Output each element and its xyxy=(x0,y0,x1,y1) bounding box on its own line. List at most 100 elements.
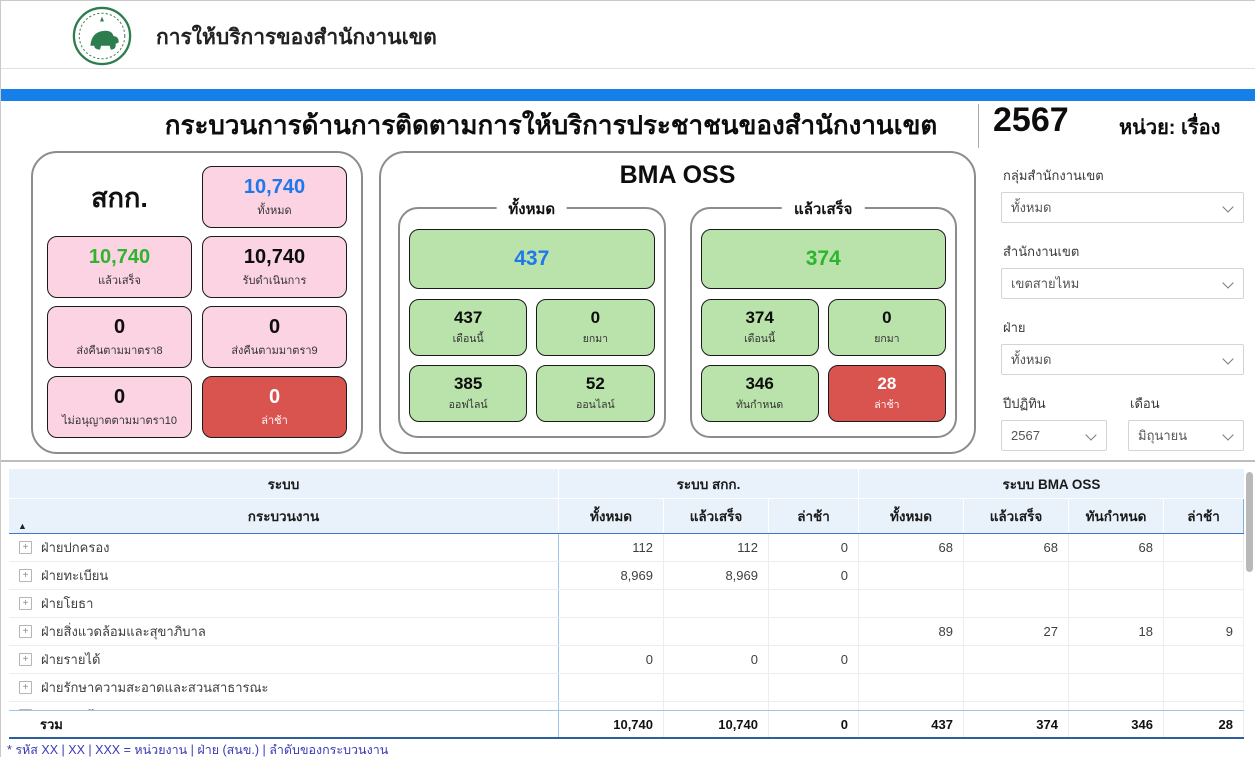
expand-icon[interactable]: + xyxy=(19,709,32,710)
column-header-process[interactable]: กระบวนงาน ▲ xyxy=(9,499,558,533)
column-header[interactable]: ทั้งหมด xyxy=(558,499,663,533)
total-label: รวม xyxy=(9,711,558,737)
oss-card-carried-over: 0 ยกมา xyxy=(536,299,654,356)
table-cell xyxy=(558,674,663,701)
select-value: ทั้งหมด xyxy=(1011,197,1052,218)
filter-label: ฝ่าย xyxy=(1003,317,1244,338)
column-header[interactable]: ทันกำหนด xyxy=(1068,499,1163,533)
row-label: ฝ่ายทะเบียน xyxy=(41,565,108,586)
table-cell xyxy=(1068,646,1163,673)
sakk-card-denied-s10: 0 ไม่อนุญาตตามมาตรา10 xyxy=(47,376,192,438)
column-header[interactable]: แล้วเสร็จ xyxy=(963,499,1068,533)
table-cell: 68 xyxy=(858,534,963,561)
title-divider xyxy=(978,104,979,148)
table-cell: 112 xyxy=(663,534,768,561)
row-label: ฝ่ายรักษาความสะอาดและสวนสาธารณะ xyxy=(41,677,269,698)
app-header: การให้บริการของสำนักงานเขต xyxy=(1,1,1255,69)
table-cell: 9 xyxy=(1163,618,1244,645)
card-label: ล่าช้า xyxy=(874,396,899,413)
district-group-select[interactable]: ทั้งหมด xyxy=(1001,192,1244,223)
table-cell xyxy=(1068,674,1163,701)
table-cell xyxy=(858,702,963,710)
table-cell xyxy=(1163,674,1244,701)
bma-oss-panel: BMA OSS ทั้งหมด 437 437 เดือนนี้ 0 ยกมา xyxy=(379,151,976,454)
card-value: 374 xyxy=(806,247,841,271)
card-value: 10,740 xyxy=(244,246,305,269)
card-value: 10,740 xyxy=(89,246,150,269)
card-label: ยกมา xyxy=(874,330,899,347)
row-name-cell: +ฝ่ายรายได้ xyxy=(9,646,558,673)
card-value: 0 xyxy=(591,308,600,328)
table-cell xyxy=(558,618,663,645)
sakk-panel: สกก. 10,740 ทั้งหมด 10,740 แล้วเสร็จ 10,… xyxy=(31,151,363,454)
card-label: ส่งคืนตามมาตรา9 xyxy=(231,341,317,359)
table-row: +ฝ่ายโยธา xyxy=(9,590,1244,618)
expand-icon[interactable]: + xyxy=(19,653,32,666)
total-cell: 374 xyxy=(963,711,1068,737)
district-select[interactable]: เขตสายไหม xyxy=(1001,268,1244,299)
table-scrollbar[interactable] xyxy=(1246,472,1253,572)
card-value: 0 xyxy=(114,386,125,409)
expand-icon[interactable]: + xyxy=(19,681,32,694)
row-name-cell: + ฝ่ายสิ่งแวดล้อมและสุขาภิบาล xyxy=(9,618,558,645)
year-select[interactable]: 2567 xyxy=(1001,420,1107,451)
card-label: แล้วเสร็จ xyxy=(98,271,141,289)
column-header[interactable]: ล่าช้า xyxy=(768,499,858,533)
table-cell xyxy=(963,646,1068,673)
table-cell xyxy=(1068,702,1163,710)
table-cell xyxy=(963,674,1068,701)
table-cell xyxy=(663,674,768,701)
table-cell xyxy=(963,562,1068,589)
oss-card-delayed: 28 ล่าช้า xyxy=(828,365,946,422)
card-label: ทั้งหมด xyxy=(257,201,291,219)
oss-card-carried-over: 0 ยกมา xyxy=(828,299,946,356)
table-cell: 0 xyxy=(558,646,663,673)
table-cell xyxy=(663,590,768,617)
sakk-card-delayed: 0 ล่าช้า xyxy=(202,376,347,438)
card-label: ออนไลน์ xyxy=(576,396,615,413)
table-cell xyxy=(1163,562,1244,589)
group-header-system: ระบบ xyxy=(9,469,558,499)
card-label: รับดำเนินการ xyxy=(243,271,307,289)
expand-icon[interactable]: + xyxy=(19,625,32,638)
row-name-cell: +ฝ่ายการศึกษา xyxy=(9,702,558,710)
expand-icon[interactable]: + xyxy=(19,541,32,554)
filter-sidebar: กลุ่มสำนักงานเขต ทั้งหมด สำนักงานเขต เขต… xyxy=(1001,165,1244,469)
card-label: ส่งคืนตามมาตรา8 xyxy=(76,341,162,359)
table-cell xyxy=(858,674,963,701)
section-divider xyxy=(1,460,1255,462)
card-value: 0 xyxy=(269,316,280,339)
table-total-row: รวม 10,740 10,740 0 437 374 346 28 xyxy=(9,710,1244,739)
table-row: + ฝ่ายรักษาความสะอาดและสวนสาธารณะ xyxy=(9,674,1244,702)
footnote: * รหัส XX | XX | XXX = หน่วยงาน | ฝ่าย (… xyxy=(7,740,388,757)
group-legend: แล้วเสร็จ xyxy=(782,197,864,221)
expand-icon[interactable]: + xyxy=(19,569,32,582)
month-select[interactable]: มิถุนายน xyxy=(1128,420,1244,451)
group-header-bma-oss: ระบบ BMA OSS xyxy=(858,469,1244,499)
column-header[interactable]: ล่าช้า xyxy=(1163,499,1244,533)
oss-card-offline: 385 ออฟไลน์ xyxy=(409,365,527,422)
card-value: 0 xyxy=(882,308,891,328)
division-select[interactable]: ทั้งหมด xyxy=(1001,344,1244,375)
sort-ascending-icon[interactable]: ▲ xyxy=(18,521,27,531)
card-value: 10,740 xyxy=(244,176,305,199)
column-header[interactable]: ทั้งหมด xyxy=(858,499,963,533)
table-cell: 0 xyxy=(768,562,858,589)
filter-label: กลุ่มสำนักงานเขต xyxy=(1003,165,1244,186)
table-row: +ฝ่ายปกครอง1121120686868 xyxy=(9,534,1244,562)
total-cell: 346 xyxy=(1068,711,1163,737)
row-label: ฝ่ายสิ่งแวดล้อมและสุขาภิบาล xyxy=(41,621,206,642)
column-header[interactable]: แล้วเสร็จ xyxy=(663,499,768,533)
table-cell: 8,969 xyxy=(558,562,663,589)
bma-oss-group-completed: แล้วเสร็จ 374 374 เดือนนี้ 0 ยกมา 346 xyxy=(690,207,958,438)
oss-card-online: 52 ออนไลน์ xyxy=(536,365,654,422)
card-label: ออฟไลน์ xyxy=(449,396,488,413)
row-name-cell: + ฝ่ายทะเบียน xyxy=(9,562,558,589)
table-cell xyxy=(558,590,663,617)
table-cell xyxy=(1068,562,1163,589)
expand-icon[interactable]: + xyxy=(19,597,32,610)
filter-label: ปีปฏิทิน xyxy=(1003,393,1107,414)
total-cell: 10,740 xyxy=(558,711,663,737)
table-cell: 0 xyxy=(768,646,858,673)
table-cell: 112 xyxy=(558,534,663,561)
